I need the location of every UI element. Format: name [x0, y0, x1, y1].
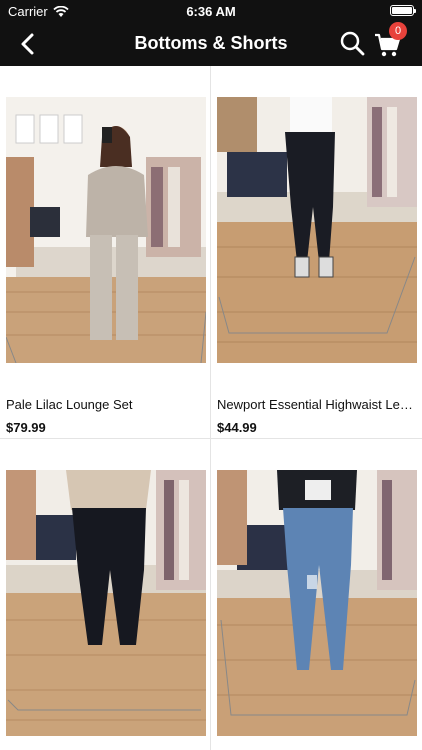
product-image	[6, 97, 206, 363]
search-icon[interactable]	[339, 30, 365, 56]
product-name[interactable]: Pale Lilac Lounge Set	[6, 397, 204, 412]
product-image	[6, 470, 206, 736]
product-card[interactable]: Pale Lilac Lounge Set $79.99	[0, 66, 210, 438]
clock: 6:36 AM	[186, 4, 236, 19]
product-grid: Pale Lilac Lounge Set $79.99 Newport Ess…	[0, 66, 422, 750]
cart-count-badge: 0	[389, 22, 407, 40]
product-image	[217, 470, 417, 736]
nav-bar: Bottoms & Shorts 0	[0, 22, 422, 66]
product-card[interactable]	[0, 439, 210, 750]
status-bar: Carrier 6:36 AM	[0, 0, 422, 22]
product-card[interactable]	[211, 439, 421, 750]
product-price: $79.99	[6, 420, 46, 435]
battery-icon	[390, 5, 416, 16]
product-image	[217, 97, 417, 363]
product-name[interactable]: Newport Essential Highwaist Legg...	[217, 397, 415, 412]
product-card[interactable]: Newport Essential Highwaist Legg... $44.…	[211, 66, 421, 438]
product-price: $44.99	[217, 420, 257, 435]
